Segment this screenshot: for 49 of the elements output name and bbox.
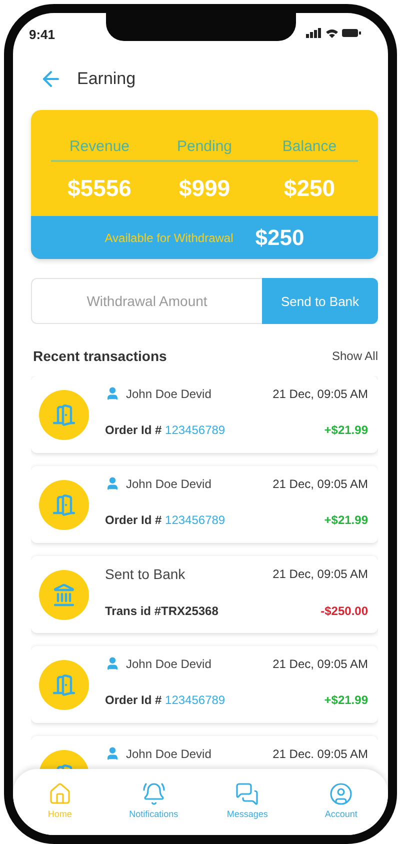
transaction-card[interactable]: John Doe Devid 21 Dec, 09:05 AM Order Id # 123456789 +$21.99 bbox=[31, 466, 378, 543]
stat-value: $5556 bbox=[68, 175, 132, 202]
transaction-amount: +$21.99 bbox=[324, 513, 368, 527]
chat-icon bbox=[235, 782, 260, 806]
transaction-name: Sent to Bank bbox=[105, 566, 186, 582]
transaction-card[interactable]: John Doe Devid 21 Dec, 09:05 AM Order Id # 123456789 +$21.99 bbox=[31, 646, 378, 723]
person-icon bbox=[105, 476, 120, 491]
stat-label: Pending bbox=[176, 138, 232, 155]
available-label: Available for Withdrawal bbox=[104, 230, 234, 244]
transaction-id: Order Id # 123456789 bbox=[105, 423, 226, 437]
transaction-id: Trans id #TRX25368 bbox=[105, 604, 218, 618]
stat-label: Balance bbox=[282, 138, 337, 155]
order-id-link[interactable]: 123456789 bbox=[165, 513, 226, 527]
transaction-date: 21 Dec, 09:05 AM bbox=[272, 476, 368, 490]
transaction-card[interactable]: Sent to Bank 21 Dec, 09:05 AM Trans id #TRX25368 -$250.00 bbox=[31, 556, 378, 633]
transaction-amount: +$21.99 bbox=[324, 693, 368, 707]
stat-label: Revenue bbox=[69, 138, 130, 155]
transaction-name: John Doe Devid bbox=[126, 746, 212, 760]
person-icon bbox=[105, 656, 120, 671]
transaction-name: John Doe Devid bbox=[126, 476, 212, 490]
bell-icon bbox=[142, 782, 166, 806]
order-id-link[interactable]: 123456789 bbox=[165, 693, 226, 707]
transaction-name: John Doe Devid bbox=[126, 656, 212, 670]
transaction-id: Order Id # 123456789 bbox=[105, 513, 226, 527]
person-icon bbox=[105, 746, 120, 761]
show-all-link[interactable]: Show All bbox=[332, 349, 378, 363]
section-title: Recent transactions bbox=[33, 348, 167, 364]
status-time: 9:41 bbox=[28, 26, 56, 42]
transaction-amount: -$250.00 bbox=[320, 604, 368, 618]
stat-value: $250 bbox=[284, 175, 336, 202]
transaction-date: 21 Dec, 09:05 AM bbox=[272, 656, 368, 670]
order-id-link[interactable]: 123456789 bbox=[165, 423, 226, 437]
user-icon bbox=[329, 782, 354, 806]
transaction-id: Order Id # 123456789 bbox=[105, 693, 226, 707]
amount-field[interactable]: Withdrawal Amount bbox=[31, 278, 262, 324]
home-icon bbox=[48, 782, 72, 806]
transaction-date: 21 Dec, 09:05 AM bbox=[272, 386, 368, 400]
bank-icon bbox=[52, 583, 76, 607]
status-icons bbox=[304, 27, 362, 39]
transaction-amount: +$21.99 bbox=[324, 423, 368, 437]
send-button[interactable]: Send to Bank bbox=[262, 278, 378, 324]
transaction-date: 21 Dec. 09:05 AM bbox=[272, 746, 368, 760]
transaction-card[interactable]: John Doe Devid 21 Dec, 09:05 AM Order Id # 123456789 +$21.99 bbox=[31, 376, 378, 453]
transaction-name: John Doe Devid bbox=[126, 386, 212, 400]
page-title: Earning bbox=[77, 69, 136, 89]
transaction-date: 21 Dec, 09:05 AM bbox=[272, 567, 368, 581]
person-icon bbox=[105, 386, 120, 401]
available-value: $250 bbox=[255, 224, 304, 250]
stat-value: $999 bbox=[178, 175, 230, 202]
